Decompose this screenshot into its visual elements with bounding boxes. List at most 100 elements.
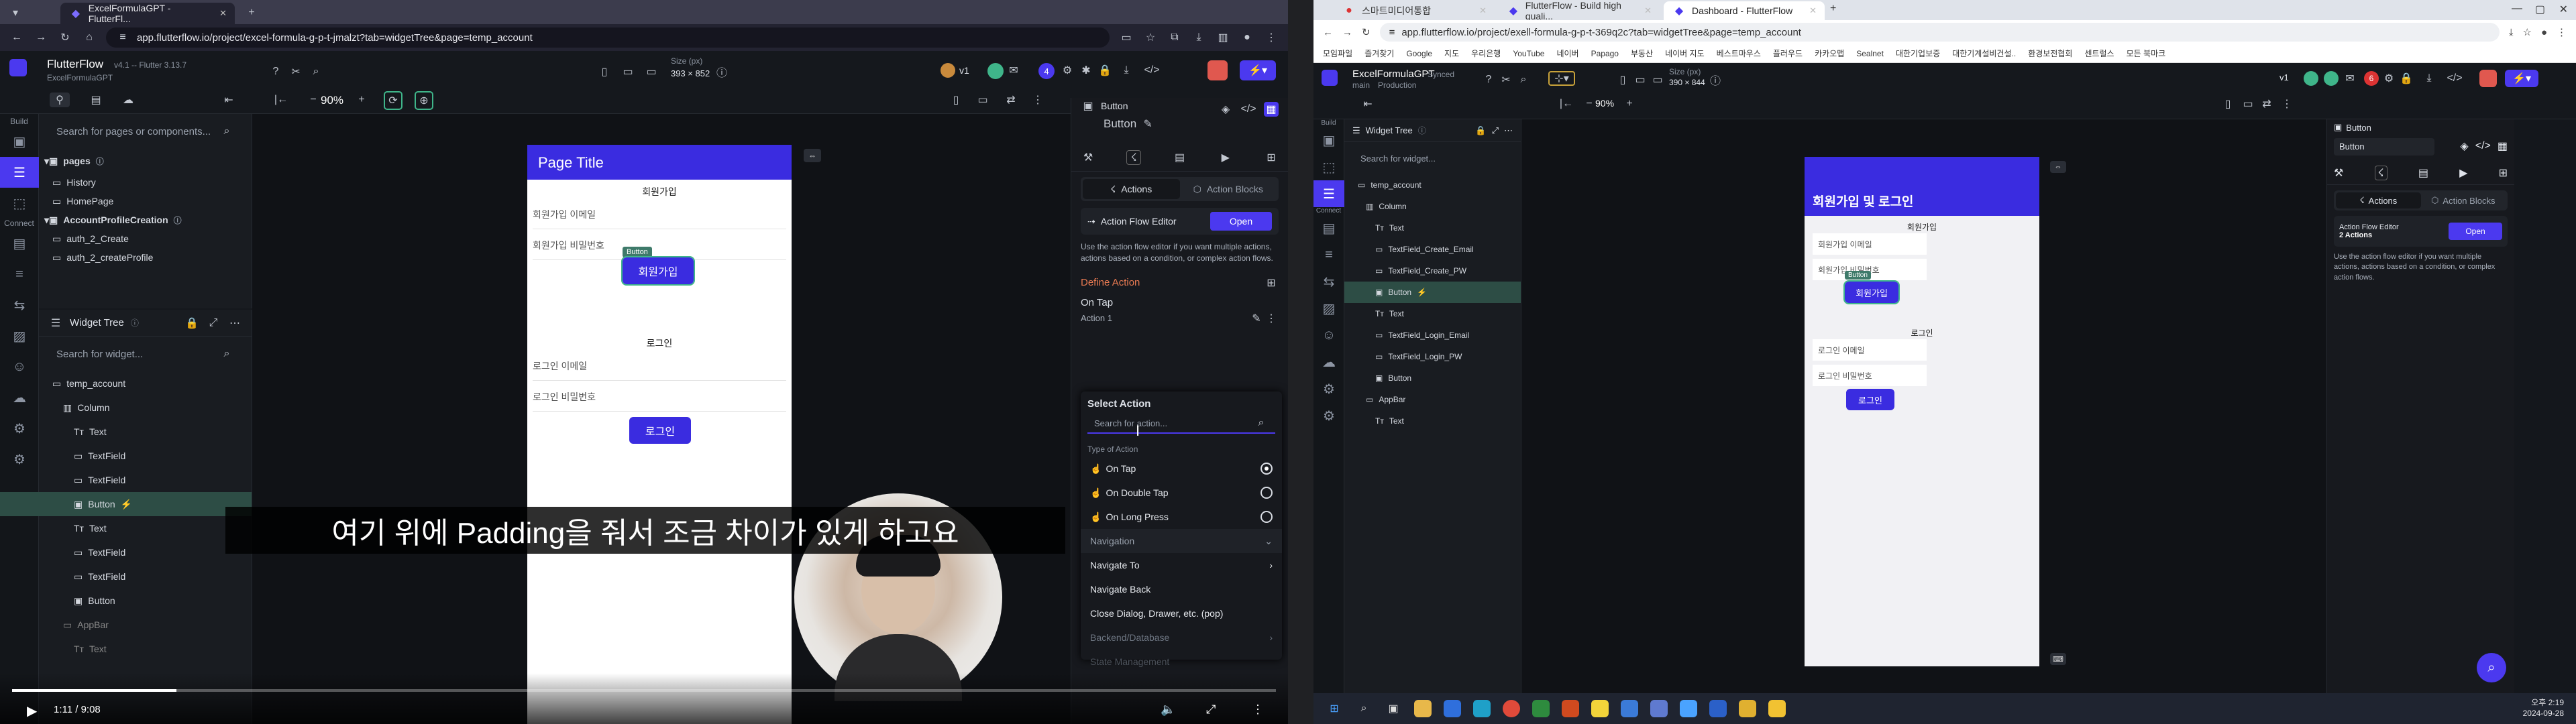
lock-icon[interactable]: 🔒 bbox=[1475, 125, 1486, 136]
bookmark-item[interactable]: 센트럴스 bbox=[2084, 48, 2114, 59]
login-password-field[interactable]: 로그인 비밀번호 bbox=[533, 385, 786, 412]
login-password-field[interactable]: 로그인 비밀번호 bbox=[1813, 365, 1927, 386]
rail-data-icon[interactable]: ▤ bbox=[0, 228, 39, 259]
edit-icon[interactable]: ✎ bbox=[1140, 117, 1155, 131]
forward-icon[interactable]: → bbox=[1342, 27, 1352, 38]
rail-team-icon[interactable]: ☺ bbox=[0, 351, 39, 382]
menu-icon[interactable]: ⋮ bbox=[1264, 30, 1279, 45]
vscode-icon[interactable] bbox=[1709, 700, 1727, 717]
zoom-in-icon[interactable]: + bbox=[354, 93, 369, 107]
browser-tab[interactable]: ◆ FlutterFlow - Build high quali... ✕ bbox=[1499, 0, 1660, 21]
action-option[interactable]: Close Dialog, Drawer, etc. (pop) bbox=[1081, 601, 1282, 625]
page-folder[interactable]: ▾▣ AccountProfileCreation ⓘ bbox=[39, 210, 252, 229]
tab-search-icon[interactable]: ▾ bbox=[8, 5, 23, 20]
tree-item-selected[interactable]: ▣ Button ⚡ bbox=[0, 492, 252, 516]
action-option[interactable]: Navigate To › bbox=[1081, 553, 1282, 577]
bookmark-item[interactable]: 즐겨찾기 bbox=[1364, 48, 1394, 59]
rail-team-icon[interactable]: ☺ bbox=[1313, 322, 1344, 349]
hot-reload-icon[interactable]: ⟳ bbox=[384, 91, 402, 110]
rail-widget-tree-icon[interactable]: ☰ bbox=[0, 157, 39, 188]
mobile-preview-icon[interactable]: ▯ bbox=[949, 93, 963, 107]
more-vert-icon[interactable]: ⋮ bbox=[1264, 311, 1279, 326]
pages-search-input[interactable]: Search for pages or components... ⌕ bbox=[48, 121, 242, 142]
tree-item[interactable]: Tт Text bbox=[1344, 410, 1521, 432]
signup-button[interactable]: 회원가입 bbox=[621, 256, 695, 286]
add-action-icon[interactable]: ⊞ bbox=[1264, 276, 1279, 290]
rail-media-icon[interactable]: ▨ bbox=[1313, 295, 1344, 322]
tree-item[interactable]: ▥ Column bbox=[1344, 196, 1521, 217]
bookmark-item[interactable]: 우리은행 bbox=[1471, 48, 1501, 59]
backend-section[interactable]: Backend/Database › bbox=[1081, 625, 1282, 650]
pages-folder[interactable]: ▾▣ pages ⓘ bbox=[39, 149, 252, 173]
chat-icon[interactable]: ✉ bbox=[2343, 71, 2357, 86]
rail-firestore-icon[interactable]: ≡ bbox=[1313, 241, 1344, 268]
new-tab-icon[interactable]: + bbox=[244, 5, 259, 20]
bookmark-item[interactable]: 플러우드 bbox=[1773, 48, 1803, 59]
minimize-icon[interactable]: — bbox=[2512, 3, 2522, 15]
collapse-panel-icon[interactable]: ⇤ bbox=[1360, 97, 1375, 111]
install-icon[interactable]: ⤓ bbox=[2509, 27, 2514, 38]
lock-icon[interactable]: 🔒 bbox=[1097, 63, 1112, 78]
status-check-icon[interactable] bbox=[987, 63, 1004, 79]
open-flow-editor-button[interactable]: Open bbox=[1210, 212, 1272, 231]
new-tab-icon[interactable]: + bbox=[1830, 3, 1836, 15]
page-item[interactable]: ▭ auth_2_createProfile bbox=[39, 248, 252, 267]
rail-storyboard-icon[interactable]: ⬚ bbox=[1313, 154, 1344, 180]
properties-tab-icon[interactable]: ⚒ bbox=[2334, 166, 2343, 180]
login-email-field[interactable]: 로그인 이메일 bbox=[533, 354, 786, 381]
search-icon[interactable]: ⌕ bbox=[1516, 72, 1531, 87]
widget-search-input[interactable]: Search for widget... bbox=[1352, 147, 1513, 169]
widget-search-input[interactable]: Search for widget... ⌕ bbox=[48, 343, 242, 365]
rail-widget-tree-icon[interactable]: ☰ bbox=[1313, 180, 1344, 207]
more-tab-icon[interactable]: ⊞ bbox=[1264, 150, 1279, 165]
bookmark-item[interactable]: 모임파일 bbox=[1323, 48, 1352, 59]
page-item[interactable]: ▭ HomePage bbox=[39, 192, 252, 210]
grid-icon[interactable]: ▤ bbox=[89, 93, 103, 107]
reload-icon[interactable]: ↻ bbox=[1362, 26, 1371, 38]
download-code-icon[interactable]: ⤓ bbox=[1119, 63, 1134, 78]
close-icon[interactable]: ✕ bbox=[1644, 5, 1652, 16]
theme-icon[interactable]: ◈ bbox=[2460, 139, 2468, 153]
bookmark-star-icon[interactable]: ☆ bbox=[2522, 26, 2531, 38]
version-badge[interactable]: v1 bbox=[2279, 72, 2289, 82]
profile-avatar-icon[interactable]: ● bbox=[1240, 30, 1254, 45]
align-icon[interactable]: |← bbox=[1559, 97, 1574, 111]
actions-subtab[interactable]: ☇ Actions bbox=[2336, 192, 2421, 208]
sidepanel-icon[interactable]: ▥ bbox=[1216, 30, 1230, 45]
tree-root[interactable]: ▭ temp_account bbox=[39, 371, 252, 396]
run-button[interactable]: ⚡▾ bbox=[2505, 70, 2538, 87]
info-icon[interactable]: ⓘ bbox=[714, 64, 729, 79]
action-option[interactable]: Navigate Back bbox=[1081, 577, 1282, 601]
tree-item[interactable]: ▭ TextField_Login_Email bbox=[1344, 324, 1521, 346]
widget-menu-icon[interactable]: ▦ bbox=[2498, 139, 2508, 153]
tree-item[interactable]: ▣ Button bbox=[39, 589, 252, 613]
layers-icon[interactable]: ⚲ bbox=[50, 93, 70, 107]
theme-icon[interactable]: ◈ bbox=[1218, 102, 1233, 117]
browser-tab[interactable]: ◆ ExcelFormulaGPT - FlutterFl... ✕ bbox=[60, 3, 235, 24]
app-icon[interactable] bbox=[1768, 700, 1786, 717]
back-icon[interactable]: ← bbox=[9, 30, 24, 45]
action-blocks-subtab[interactable]: ⬡ Action Blocks bbox=[2421, 192, 2506, 208]
rail-cloud-icon[interactable]: ☁ bbox=[1313, 349, 1344, 375]
browser-tab[interactable]: ● 스마트미디어통합 ✕ bbox=[1334, 1, 1495, 20]
code-icon[interactable]: </> bbox=[2447, 71, 2462, 86]
close-icon[interactable]: ✕ bbox=[1479, 5, 1487, 16]
info-icon[interactable]: ⓘ bbox=[1708, 72, 1723, 87]
tree-item[interactable]: Tт Text bbox=[1344, 303, 1521, 324]
backend-tab-icon[interactable]: ▤ bbox=[1173, 150, 1187, 165]
expand-icon[interactable]: ⤢ bbox=[206, 316, 221, 330]
taskbar-search-icon[interactable]: ⌕ bbox=[1355, 700, 1373, 717]
tablet-preview-icon[interactable]: ▭ bbox=[975, 93, 990, 107]
powerpoint-icon[interactable] bbox=[1562, 700, 1579, 717]
maximize-icon[interactable]: ▢ bbox=[2535, 3, 2545, 16]
status-icon[interactable] bbox=[2324, 71, 2339, 86]
backend-tab-icon[interactable]: ▤ bbox=[2418, 166, 2428, 180]
tree-root[interactable]: ▭ temp_account bbox=[1344, 174, 1521, 196]
align-icon[interactable]: |← bbox=[274, 93, 288, 107]
system-clock[interactable]: 오후 2:19 2024-09-28 bbox=[2523, 698, 2564, 719]
app-icon[interactable] bbox=[1680, 700, 1697, 717]
help-icon[interactable]: ? bbox=[268, 64, 283, 79]
screen-icon[interactable]: ▭ bbox=[1119, 30, 1134, 45]
bookmark-item[interactable]: 네이버 bbox=[1556, 48, 1578, 59]
signup-email-field[interactable]: 회원가입 이메일 bbox=[1813, 233, 1927, 255]
